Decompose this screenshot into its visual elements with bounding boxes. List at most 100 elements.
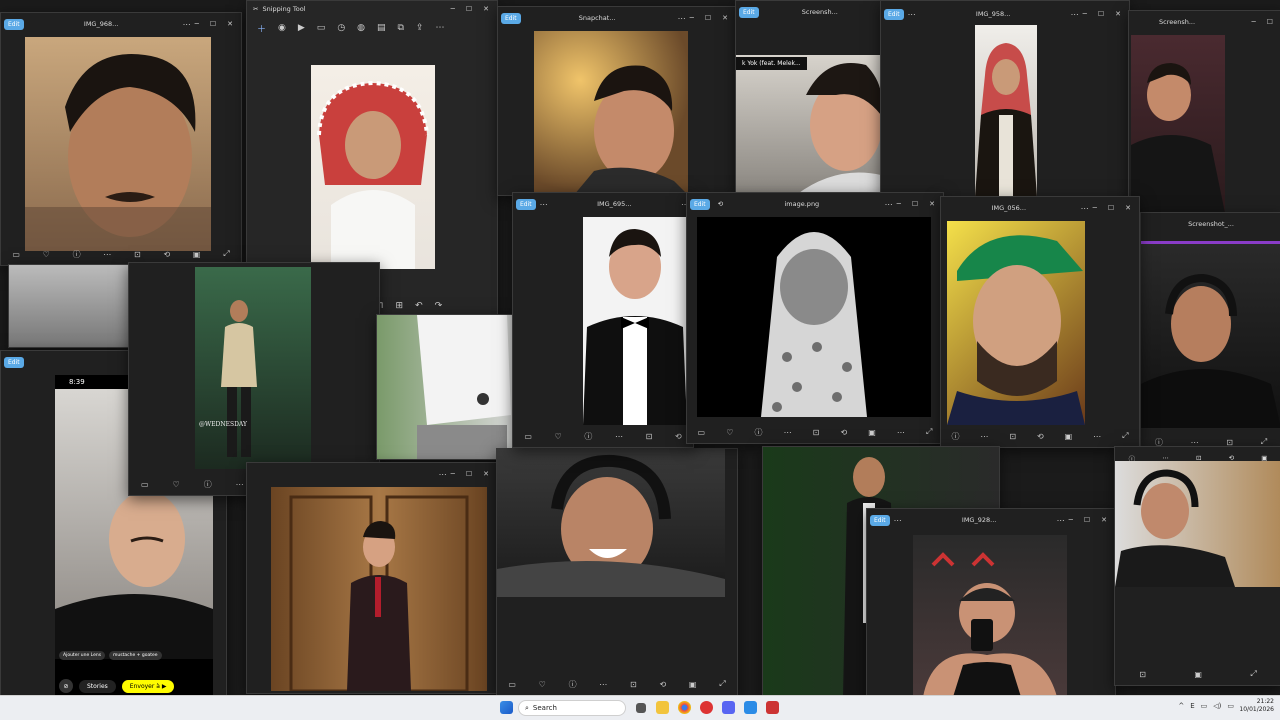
close-icon[interactable]: ✕ bbox=[929, 200, 935, 208]
more-icon[interactable]: ⋯ bbox=[784, 428, 792, 437]
chrome-icon[interactable] bbox=[678, 701, 691, 714]
edit-button[interactable]: Edit bbox=[870, 514, 890, 526]
shape-icon[interactable]: ▭ bbox=[317, 23, 326, 33]
edit-button[interactable]: Edit bbox=[739, 6, 759, 18]
zoom-fit-icon[interactable]: ⊡ bbox=[646, 432, 653, 441]
favorite-icon[interactable]: ♡ bbox=[539, 680, 546, 689]
photo-window-standing[interactable]: @WEDNESDAY ▭♡ⓘ⋯⊡⟲▣⤢ bbox=[128, 262, 380, 496]
more-icon[interactable]: ⋯ bbox=[236, 480, 244, 489]
zoom-fit-icon[interactable]: ⊡ bbox=[630, 680, 637, 689]
photo-window-headset-right[interactable]: ⓘ ⋯ ⊡ ⟲ ▣ ⊡ ▣ ⤢ bbox=[1114, 446, 1280, 686]
favorite-icon[interactable]: ♡ bbox=[726, 428, 733, 437]
maximize-icon[interactable]: ☐ bbox=[912, 200, 918, 208]
fullscreen-icon[interactable]: ⤢ bbox=[719, 679, 725, 689]
fullscreen-icon[interactable]: ⤢ bbox=[1122, 431, 1128, 441]
zoom-fit-icon[interactable]: ⊡ bbox=[813, 428, 820, 437]
more-options-icon[interactable]: ⋯ bbox=[439, 470, 447, 479]
fullscreen-icon[interactable]: ⤢ bbox=[926, 427, 932, 437]
new-snip-icon[interactable]: ＋ bbox=[257, 22, 266, 35]
photo-window-snapchat[interactable]: Edit Snapchat... ⋯ ─ ☐ ✕ bbox=[497, 6, 737, 196]
more-menu-icon[interactable]: ⋯ bbox=[1057, 516, 1065, 525]
title-bar[interactable]: Edit ⋯ IMG_928... ⋯ ─ ☐ ✕ bbox=[867, 509, 1115, 531]
favorite-icon[interactable]: ♡ bbox=[43, 250, 50, 259]
zoom-fit-icon[interactable]: ⊡ bbox=[1009, 432, 1016, 441]
title-bar[interactable]: Edit IMG_968... ⋯ ─ ☐ ✕ bbox=[1, 13, 241, 35]
filmstrip-icon[interactable]: ▭ bbox=[141, 480, 149, 489]
zoom-fit-icon-2[interactable]: ⊡ bbox=[1139, 670, 1146, 679]
battery-icon[interactable]: ▭ bbox=[1227, 702, 1234, 710]
maximize-icon[interactable]: ☐ bbox=[210, 20, 216, 28]
filmstrip-icon[interactable]: ▭ bbox=[12, 250, 20, 259]
copy-icon[interactable]: ⧉ bbox=[398, 23, 404, 33]
chevron-up-icon[interactable]: ^ bbox=[1178, 702, 1184, 710]
close-icon[interactable]: ✕ bbox=[483, 5, 489, 13]
rotate-icon-2[interactable]: ⟲ bbox=[840, 428, 847, 437]
language-icon[interactable]: E bbox=[1190, 702, 1194, 710]
title-bar[interactable]: Edit ⋯ IMG_958... ⋯ ─ ☐ ✕ bbox=[881, 3, 1129, 25]
lens-chip[interactable]: Ajouter une Lens bbox=[59, 651, 106, 660]
photos-icon[interactable] bbox=[744, 701, 757, 714]
title-bar[interactable]: IMG_056... ⋯ ─ ☐ ✕ bbox=[941, 197, 1139, 219]
title-bar[interactable]: ⋯ ─ ☐ ✕ bbox=[247, 463, 497, 485]
camera-icon[interactable]: ◉ bbox=[278, 23, 286, 33]
maximize-icon[interactable]: ☐ bbox=[1084, 516, 1090, 524]
edit-button[interactable]: Edit bbox=[501, 12, 521, 24]
title-bar[interactable]: ✂ Snipping Tool ─ ☐ ✕ bbox=[247, 1, 497, 17]
slideshow-icon[interactable]: ▣ bbox=[689, 680, 697, 689]
close-icon[interactable]: ✕ bbox=[1115, 10, 1121, 18]
minimize-icon[interactable]: ─ bbox=[1252, 18, 1256, 26]
fullscreen-icon[interactable]: ⤢ bbox=[1250, 669, 1256, 679]
share-icon[interactable]: ⇪ bbox=[416, 23, 424, 33]
more-options-icon[interactable]: ⋯ bbox=[885, 200, 893, 209]
photo-window-left-partial[interactable] bbox=[8, 264, 130, 348]
favorite-icon[interactable]: ♡ bbox=[173, 480, 180, 489]
filmstrip-icon[interactable]: ▭ bbox=[524, 432, 532, 441]
more-icon[interactable]: ⋯ bbox=[103, 250, 111, 259]
palette-icon[interactable]: ◍ bbox=[357, 23, 365, 33]
slideshow-icon[interactable]: ▣ bbox=[868, 428, 876, 437]
more-menu-icon[interactable]: ⋯ bbox=[1071, 10, 1079, 19]
rotate-icon[interactable]: ⟲ bbox=[163, 250, 170, 259]
close-icon[interactable]: ✕ bbox=[1125, 204, 1131, 212]
slideshow-icon-2[interactable]: ▣ bbox=[1194, 670, 1202, 679]
filmstrip-icon[interactable]: ▭ bbox=[698, 428, 706, 437]
filter-chip[interactable]: mustache + goatee bbox=[109, 651, 162, 660]
undo-icon[interactable]: ↶ bbox=[415, 301, 423, 311]
photo-window-white-shirt[interactable] bbox=[376, 314, 516, 460]
video-icon[interactable]: ▶ bbox=[298, 23, 305, 33]
maximize-icon[interactable]: ☐ bbox=[466, 470, 472, 478]
minimize-icon[interactable]: ─ bbox=[1093, 204, 1097, 212]
ocr-icon[interactable]: ⊞ bbox=[396, 301, 404, 311]
more-icon[interactable]: ⋯ bbox=[436, 23, 445, 33]
favorite-icon[interactable]: ♡ bbox=[555, 432, 562, 441]
more-options-icon[interactable]: ⋯ bbox=[908, 10, 916, 19]
title-bar[interactable]: Screenshot_... bbox=[1141, 213, 1280, 235]
photo-window-laughing[interactable]: ▭ ♡ ⓘ ⋯ ⊡ ⟲ ▣ ⤢ bbox=[496, 448, 738, 696]
stories-button[interactable]: Stories bbox=[79, 679, 116, 693]
more-icon[interactable]: ⋯ bbox=[615, 432, 623, 441]
more-options-icon[interactable]: ⋯ bbox=[183, 20, 191, 29]
maximize-icon[interactable]: ☐ bbox=[1108, 204, 1114, 212]
snipping-tool-taskbar-icon[interactable] bbox=[766, 701, 779, 714]
info-icon[interactable]: ⓘ bbox=[584, 431, 592, 442]
minimize-icon[interactable]: ─ bbox=[451, 5, 455, 13]
photo-window-img958[interactable]: Edit ⋯ IMG_958... ⋯ ─ ☐ ✕ bbox=[880, 0, 1130, 202]
photo-window-img928[interactable]: Edit ⋯ IMG_928... ⋯ ─ ☐ ✕ bbox=[866, 508, 1116, 700]
more-icon-2[interactable]: ⋯ bbox=[897, 428, 905, 437]
photo-window-suit[interactable]: ⋯ ─ ☐ ✕ bbox=[246, 462, 498, 694]
app-icon-red[interactable] bbox=[700, 701, 713, 714]
title-bar[interactable]: Screensh... ─ ☐ bbox=[1129, 11, 1280, 33]
title-bar[interactable]: Edit ⟲ image.png ⋯ ─ ☐ ✕ bbox=[687, 193, 943, 215]
photo-window-streamer[interactable]: Screenshot_... ⓘ ⋯ ⊡ ⤢ bbox=[1140, 212, 1280, 454]
timer-icon[interactable]: ◷ bbox=[337, 23, 345, 33]
minimize-icon[interactable]: ─ bbox=[1083, 10, 1087, 18]
file-explorer-icon[interactable] bbox=[656, 701, 669, 714]
minimize-icon[interactable]: ─ bbox=[1069, 516, 1073, 524]
photo-window-img968[interactable]: Edit IMG_968... ⋯ ─ ☐ ✕ ▭ ♡ ⓘ ⋯ ⊡ ⟲ ▣ ⤢ bbox=[0, 12, 242, 266]
minimize-icon[interactable]: ─ bbox=[451, 470, 455, 478]
link-icon[interactable]: ⊘ bbox=[59, 679, 73, 693]
filmstrip-icon[interactable]: ▭ bbox=[508, 680, 516, 689]
save-icon[interactable]: ▤ bbox=[377, 23, 386, 33]
redo-icon[interactable]: ↷ bbox=[435, 301, 443, 311]
slideshow-icon[interactable]: ▣ bbox=[193, 250, 201, 259]
